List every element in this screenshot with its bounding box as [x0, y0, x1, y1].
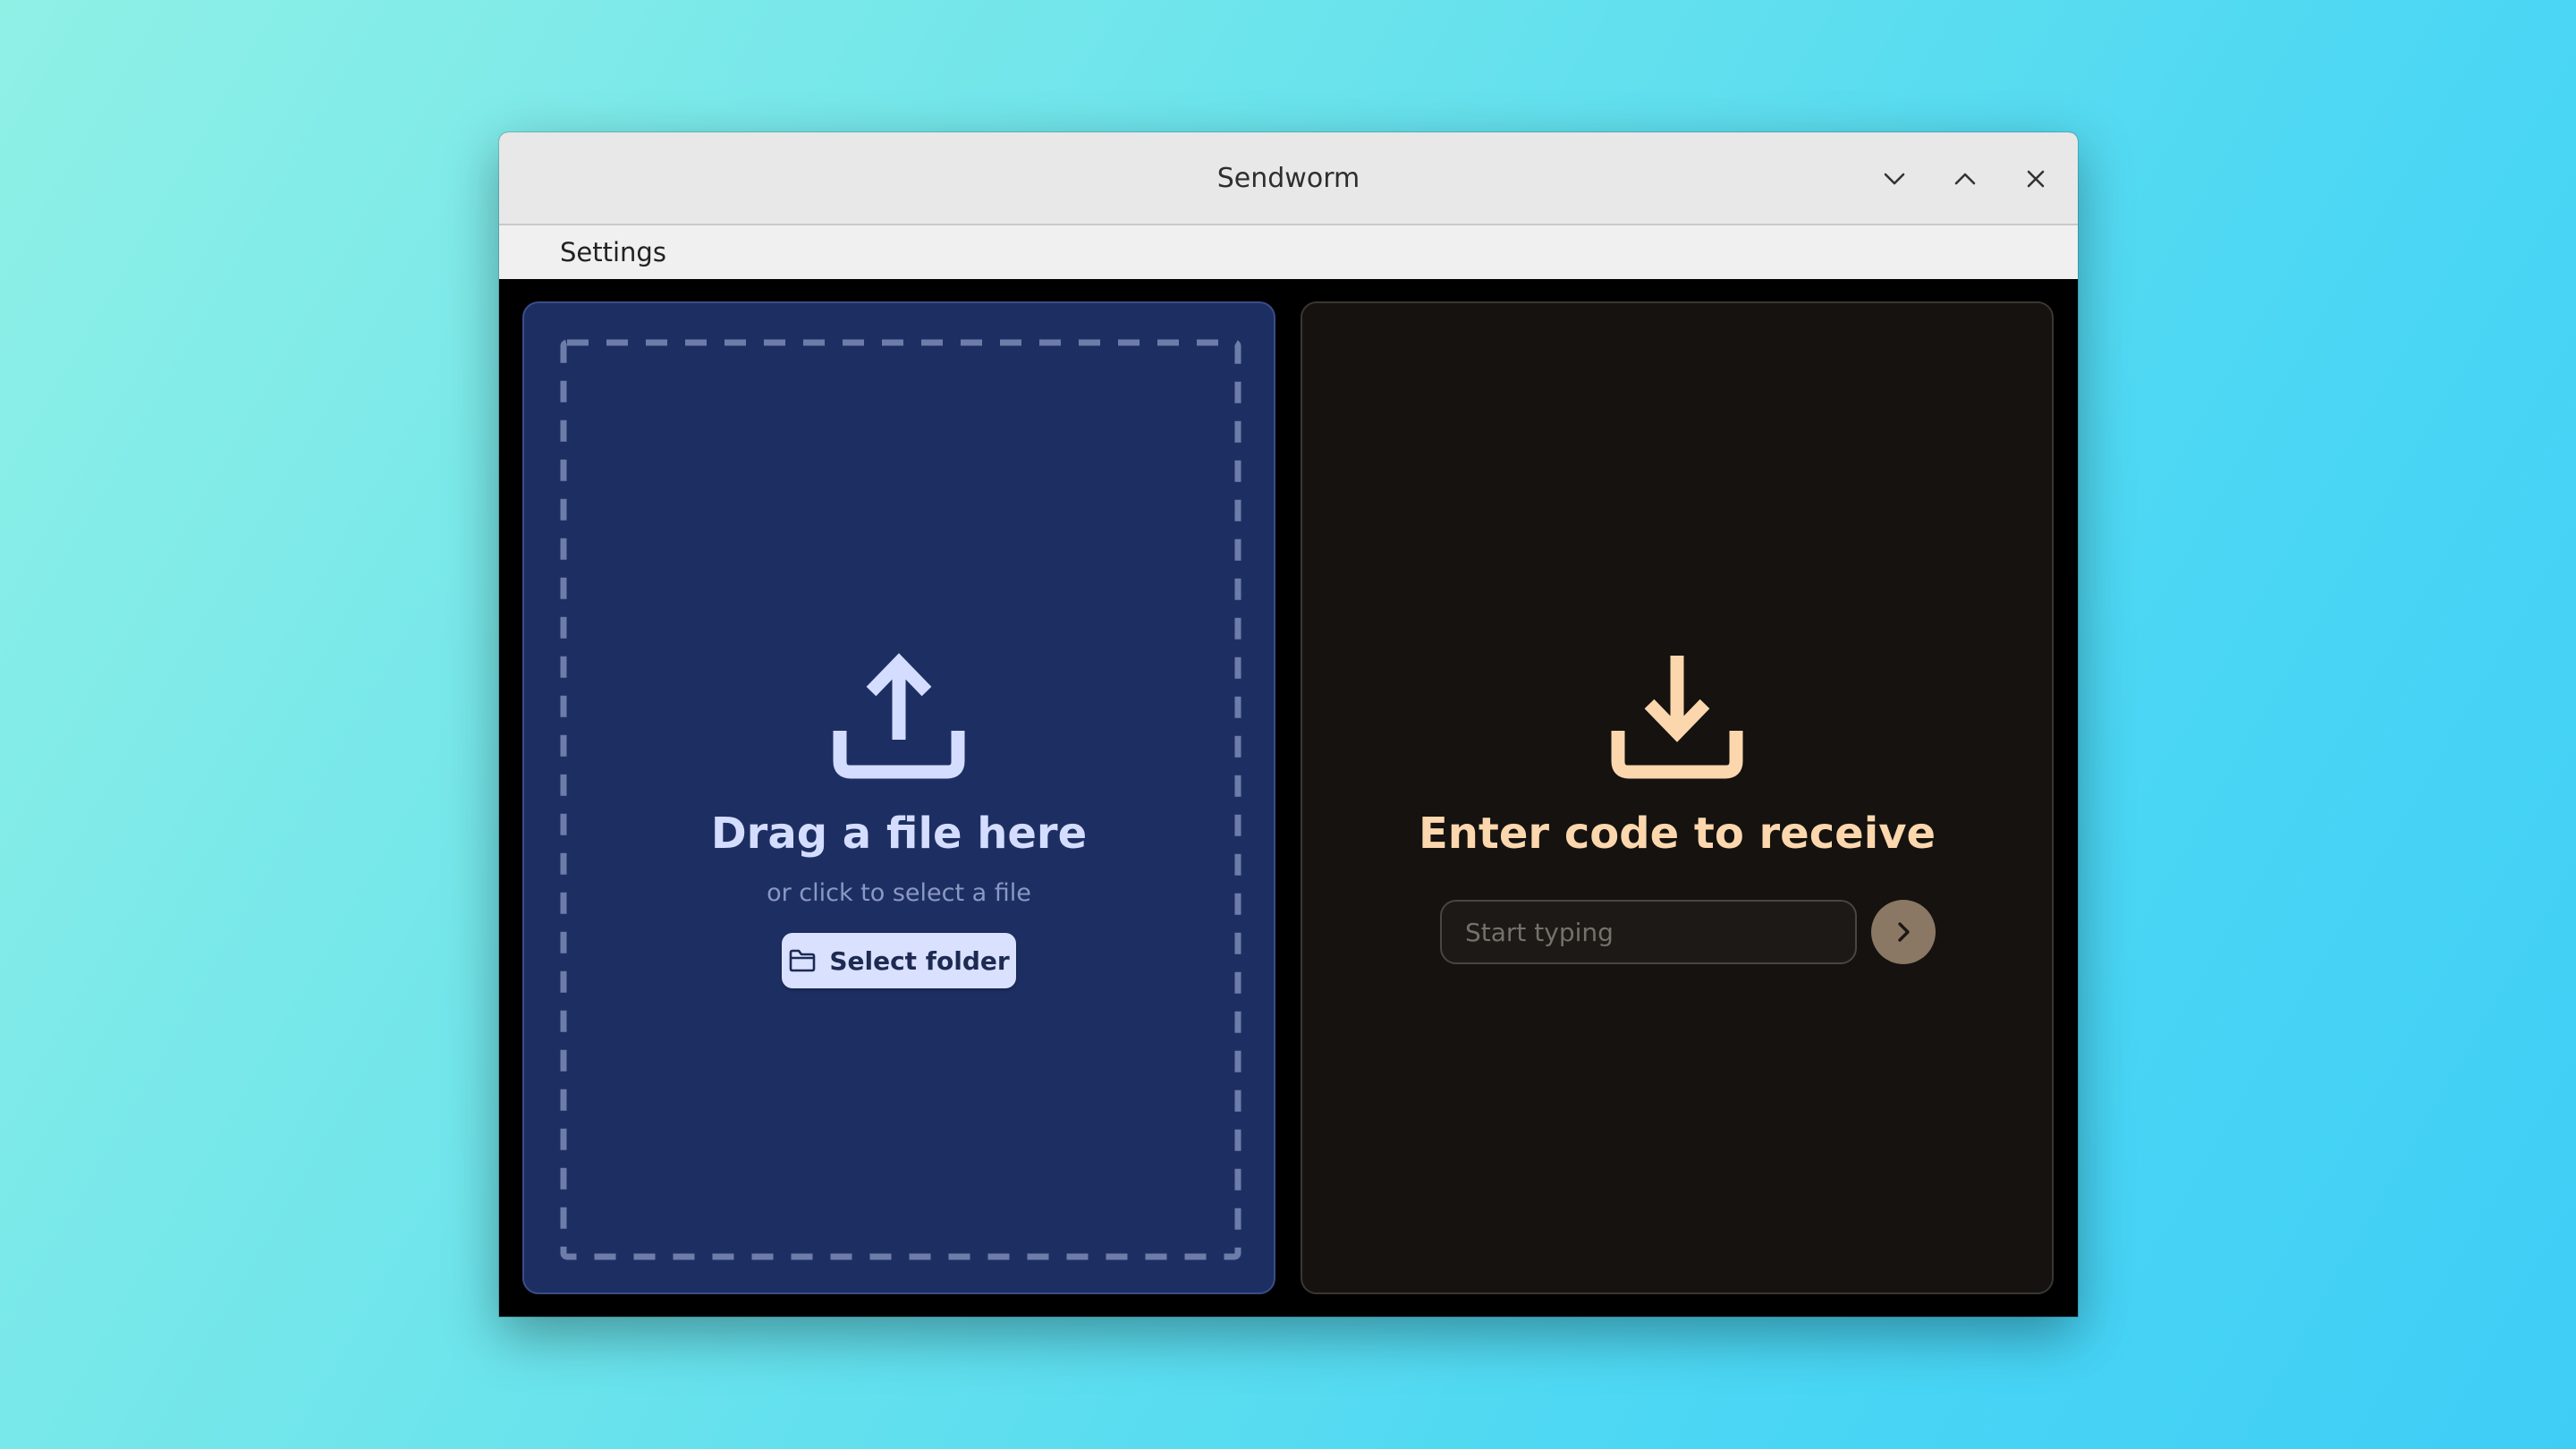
- chevron-up-icon: [1954, 173, 1976, 185]
- code-input[interactable]: [1440, 900, 1857, 964]
- send-drop-zone[interactable]: Drag a file here or click to select a fi…: [522, 301, 1275, 1294]
- select-folder-button[interactable]: Select folder: [782, 933, 1016, 988]
- folder-icon: [790, 949, 816, 972]
- maximize-button[interactable]: [1942, 156, 1988, 202]
- close-button[interactable]: [2012, 156, 2059, 202]
- close-icon: [2027, 170, 2045, 188]
- chevron-right-icon: [1898, 922, 1910, 942]
- window-title: Sendworm: [1216, 163, 1360, 194]
- upload-icon: [833, 653, 965, 779]
- app-window: Sendworm Settings Drag a file here or cl…: [499, 132, 2078, 1317]
- chevron-down-icon: [1884, 173, 1905, 185]
- dashed-drop-border: [560, 339, 1241, 1260]
- main-content: Drag a file here or click to select a fi…: [499, 279, 2078, 1317]
- send-subtext: or click to select a file: [767, 879, 1031, 907]
- minimize-button[interactable]: [1871, 156, 1918, 202]
- submit-code-button[interactable]: [1871, 900, 1936, 964]
- receive-panel: Enter code to receive: [1301, 301, 2054, 1294]
- send-heading: Drag a file here: [710, 809, 1088, 859]
- menu-bar: Settings: [499, 225, 2078, 279]
- menu-item-settings[interactable]: Settings: [558, 225, 668, 279]
- receive-heading: Enter code to receive: [1418, 809, 1936, 859]
- download-icon: [1611, 656, 1743, 779]
- select-folder-label: Select folder: [829, 945, 1010, 976]
- title-bar[interactable]: Sendworm: [499, 132, 2078, 225]
